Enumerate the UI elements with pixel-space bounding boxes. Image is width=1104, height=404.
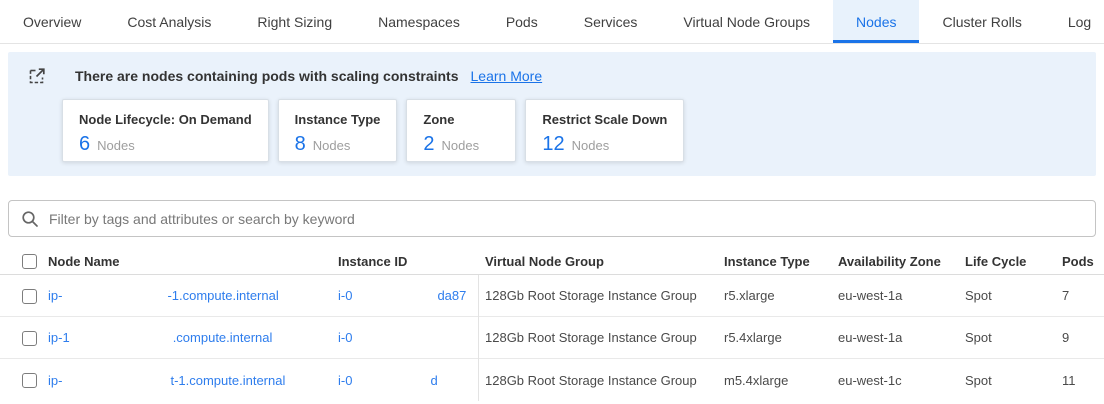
virtual-node-group-cell: 128Gb Root Storage Instance Group: [485, 373, 724, 388]
card-unit: Nodes: [97, 138, 135, 153]
pods-cell: 9: [1062, 330, 1104, 345]
table-row[interactable]: ip--1.compute.internal i-0da87 128Gb Roo…: [0, 275, 1104, 317]
card-unit: Nodes: [572, 138, 610, 153]
card-restrict-scale-down: Restrict Scale Down 12 Nodes: [525, 99, 684, 162]
card-unit: Nodes: [313, 138, 351, 153]
frozen-column-divider: [478, 275, 479, 401]
life-cycle-cell: Spot: [965, 330, 1062, 345]
column-instance-type: Instance Type: [724, 254, 838, 269]
instance-type-cell: r5.4xlarge: [724, 330, 838, 345]
card-count: 12: [542, 133, 564, 156]
instance-type-cell: r5.xlarge: [724, 288, 838, 303]
tab-namespaces[interactable]: Namespaces: [355, 0, 483, 43]
pods-cell: 7: [1062, 288, 1104, 303]
tab-bar: Overview Cost Analysis Right Sizing Name…: [0, 0, 1104, 44]
table-row[interactable]: ip-t-1.compute.internal i-0d 128Gb Root …: [0, 359, 1104, 401]
tab-services[interactable]: Services: [561, 0, 661, 43]
card-instance-type: Instance Type 8 Nodes: [278, 99, 398, 162]
card-title: Instance Type: [295, 112, 381, 127]
tab-overview[interactable]: Overview: [0, 0, 104, 43]
availability-zone-cell: eu-west-1c: [838, 373, 965, 388]
card-title: Zone: [423, 112, 499, 127]
card-unit: Nodes: [442, 138, 480, 153]
scaling-constraint-icon: [28, 66, 47, 85]
row-checkbox[interactable]: [22, 331, 37, 346]
virtual-node-group-cell: 128Gb Root Storage Instance Group: [485, 288, 724, 303]
pods-cell: 11: [1062, 373, 1104, 388]
learn-more-link[interactable]: Learn More: [471, 68, 543, 84]
row-checkbox[interactable]: [22, 289, 37, 304]
tab-nodes[interactable]: Nodes: [833, 0, 919, 43]
node-name-link[interactable]: ip--1.compute.internal: [48, 288, 330, 303]
redacted-text: [62, 295, 167, 296]
availability-zone-cell: eu-west-1a: [838, 330, 965, 345]
column-pods: Pods: [1062, 254, 1104, 269]
filter-bar: [8, 200, 1096, 237]
instance-id-link[interactable]: i-0d: [338, 373, 477, 388]
tab-pods[interactable]: Pods: [483, 0, 561, 43]
node-name-link[interactable]: ip-t-1.compute.internal: [48, 373, 330, 388]
instance-id-link[interactable]: i-0: [338, 330, 477, 345]
card-count: 2: [423, 133, 434, 156]
card-count: 8: [295, 133, 306, 156]
column-availability-zone: Availability Zone: [838, 254, 965, 269]
card-zone: Zone 2 Nodes: [406, 99, 516, 162]
column-node-name: Node Name: [48, 254, 338, 269]
instance-type-cell: m5.4xlarge: [724, 373, 838, 388]
constraint-cards: Node Lifecycle: On Demand 6 Nodes Instan…: [62, 99, 1080, 162]
nodes-table: Node Name Instance ID Virtual Node Group…: [0, 248, 1104, 401]
tab-cluster-rolls[interactable]: Cluster Rolls: [919, 0, 1044, 43]
life-cycle-cell: Spot: [965, 288, 1062, 303]
banner-message: There are nodes containing pods with sca…: [75, 68, 459, 84]
card-count: 6: [79, 133, 90, 156]
search-icon: [21, 210, 39, 228]
virtual-node-group-cell: 128Gb Root Storage Instance Group: [485, 330, 724, 345]
tab-cost-analysis[interactable]: Cost Analysis: [104, 0, 234, 43]
tab-right-sizing[interactable]: Right Sizing: [234, 0, 355, 43]
card-title: Node Lifecycle: On Demand: [79, 112, 252, 127]
node-name-link[interactable]: ip-1.compute.internal: [48, 330, 330, 345]
redacted-text: [352, 380, 430, 381]
scaling-constraints-banner: There are nodes containing pods with sca…: [8, 52, 1096, 176]
banner-header: There are nodes containing pods with sca…: [22, 66, 1080, 85]
column-virtual-node-group: Virtual Node Group: [485, 254, 724, 269]
row-checkbox[interactable]: [22, 373, 37, 388]
life-cycle-cell: Spot: [965, 373, 1062, 388]
column-life-cycle: Life Cycle: [965, 254, 1062, 269]
redacted-text: [70, 337, 173, 338]
redacted-text: [352, 295, 437, 296]
availability-zone-cell: eu-west-1a: [838, 288, 965, 303]
select-all-checkbox[interactable]: [22, 254, 37, 269]
table-header-row: Node Name Instance ID Virtual Node Group…: [0, 248, 1104, 275]
redacted-text: [62, 380, 170, 381]
table-row[interactable]: ip-1.compute.internal i-0 128Gb Root Sto…: [0, 317, 1104, 359]
card-node-lifecycle: Node Lifecycle: On Demand 6 Nodes: [62, 99, 269, 162]
instance-id-link[interactable]: i-0da87: [338, 288, 477, 303]
filter-input[interactable]: [49, 211, 1083, 227]
tab-virtual-node-groups[interactable]: Virtual Node Groups: [660, 0, 833, 43]
column-instance-id: Instance ID: [338, 254, 485, 269]
tab-log[interactable]: Log: [1045, 0, 1104, 43]
card-title: Restrict Scale Down: [542, 112, 667, 127]
